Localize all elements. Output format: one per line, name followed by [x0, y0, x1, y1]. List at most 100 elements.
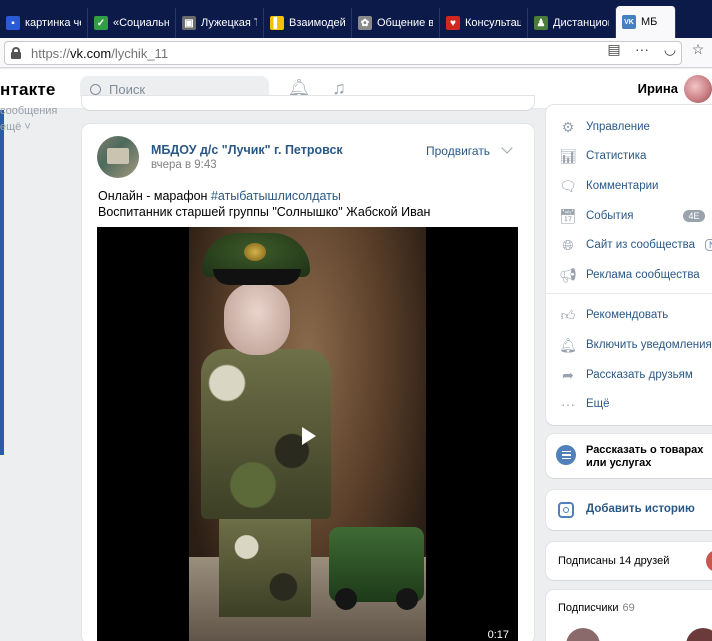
- friends-card[interactable]: Подписаны 14 друзей: [546, 542, 712, 580]
- check-icon: ✓: [94, 16, 108, 30]
- promote-button[interactable]: Продвигать: [426, 144, 490, 158]
- megaphone-icon: 📢︎: [559, 266, 577, 283]
- lock-icon: [11, 47, 21, 59]
- menu-item-badge: New: [705, 239, 712, 251]
- browser-tab-label: «Социальные: [113, 17, 169, 29]
- music-icon[interactable]: ♫: [329, 78, 349, 98]
- menu-item-label: Управление: [586, 121, 650, 133]
- video-duration: 0:17: [487, 629, 509, 641]
- add-story-label[interactable]: Добавить историю: [586, 503, 695, 515]
- browser-tab[interactable]: ♟ Дистанционн: [528, 8, 616, 38]
- friend-avatar[interactable]: [706, 550, 712, 572]
- address-bar[interactable]: https://vk.com/lychik_11: [4, 41, 682, 65]
- left-menu-fragment[interactable]: сообщения ещё ˅: [0, 105, 57, 134]
- products-promo-text[interactable]: Рассказать о товарах или услугах: [586, 444, 712, 470]
- bell-icon: 🔔︎: [559, 336, 577, 353]
- browser-tab-label: Лужецкая Т.А: [201, 17, 257, 29]
- list-icon: [556, 445, 576, 465]
- bookmark-star-icon[interactable]: ☆: [690, 40, 706, 58]
- more-icon: ···: [561, 396, 575, 412]
- browser-toolbar: https://vk.com/lychik_11 ▤ ··· ◡ ☆: [0, 38, 712, 68]
- menu-item-label: События: [586, 210, 634, 222]
- pocket-icon[interactable]: ◡: [662, 40, 678, 58]
- comment-icon: 🗨︎: [559, 177, 577, 194]
- wall-post: МБДОУ д/с "Лучик" г. Петровск вчера в 9:…: [82, 124, 534, 641]
- menu-divider: [546, 293, 712, 294]
- browser-tab-label: Взаимодейств: [289, 17, 345, 29]
- add-story-card[interactable]: Добавить историю: [546, 490, 712, 530]
- avatar[interactable]: [684, 75, 712, 103]
- browser-tab[interactable]: ▪ картинка четв: [0, 8, 88, 38]
- calendar-icon: 📅︎: [559, 207, 577, 224]
- yellow-bar-icon: ▌: [270, 16, 284, 30]
- left-menu-item[interactable]: сообщения: [0, 104, 57, 118]
- menu-item[interactable]: 📢︎ Реклама сообщества: [559, 266, 700, 283]
- previous-post-card: [82, 96, 534, 110]
- share-icon: ➦: [562, 366, 574, 383]
- subscribers-card: Подписчики 69: [546, 590, 712, 641]
- subscriber-avatar[interactable]: [566, 628, 600, 641]
- vk-logo[interactable]: нтакте: [0, 80, 56, 100]
- browser-tab-strip: ▪ картинка четв ✓ «Социальные ▣ Лужецкая Т.А ▌…: [0, 0, 712, 38]
- products-promo-card[interactable]: Рассказать о товарах или услугах: [546, 434, 712, 478]
- menu-item[interactable]: 📊︎ Статистика: [559, 147, 647, 164]
- menu-item[interactable]: 🌐︎ Сайт из сообщества New: [560, 237, 712, 253]
- post-time[interactable]: вчера в 9:43: [151, 159, 217, 171]
- menu-item-label: Рассказать друзьям: [586, 369, 693, 381]
- heart-icon: ♥: [446, 16, 460, 30]
- play-icon[interactable]: [302, 427, 316, 445]
- browser-tab[interactable]: ✿ Общение в со: [352, 8, 440, 38]
- menu-item-label: Рекомендовать: [586, 309, 669, 321]
- post-author[interactable]: МБДОУ д/с "Лучик" г. Петровск: [151, 143, 343, 157]
- menu-item-label: Включить уведомления: [586, 339, 712, 351]
- menu-item[interactable]: ⚙ Управление: [560, 119, 650, 135]
- subscriber-avatar[interactable]: [686, 628, 712, 641]
- friends-label[interactable]: Подписаны 14 друзей: [558, 555, 669, 567]
- thumbs-up-icon: 👍︎: [560, 306, 576, 323]
- browser-tab-label: Дистанционн: [553, 17, 609, 29]
- subscribers-title[interactable]: Подписчики 69: [558, 602, 635, 614]
- user-name[interactable]: Ирина: [638, 81, 678, 96]
- url-text: https://vk.com/lychik_11: [31, 45, 169, 61]
- menu-item[interactable]: 🔔︎ Включить уведомления: [559, 336, 712, 353]
- hashtag-link[interactable]: #атыбатышлисолдаты: [211, 189, 341, 203]
- post-text: Онлайн - марафон #атыбатышлисолдаты Восп…: [98, 189, 431, 219]
- community-avatar[interactable]: [97, 136, 139, 178]
- menu-item[interactable]: 👍︎ Рекомендовать: [560, 306, 669, 323]
- menu-item-label: Реклама сообщества: [586, 269, 700, 281]
- reader-view-icon[interactable]: ▤: [606, 40, 622, 58]
- chevron-down-icon[interactable]: [501, 142, 513, 154]
- left-edge-strip: [0, 110, 4, 455]
- person-icon: ♟: [534, 16, 548, 30]
- menu-item-label: Комментарии: [586, 180, 659, 192]
- menu-item-label: Ещё: [586, 398, 610, 410]
- browser-tab[interactable]: VK МБ: [616, 6, 676, 38]
- left-more-link[interactable]: ещё ˅: [0, 120, 57, 134]
- video-player[interactable]: 0:17: [97, 227, 518, 641]
- vk-icon: VK: [622, 15, 636, 29]
- menu-item[interactable]: 📅︎ События 4E: [559, 207, 705, 224]
- search-placeholder: Поиск: [109, 81, 146, 97]
- browser-tab[interactable]: ▌ Взаимодейств: [264, 8, 352, 38]
- browser-tab[interactable]: ▣ Лужецкая Т.А: [176, 8, 264, 38]
- bar-chart-icon: 📊︎: [559, 147, 577, 164]
- browser-tab[interactable]: ✓ «Социальные: [88, 8, 176, 38]
- leaf-icon: ✿: [358, 16, 372, 30]
- menu-item-badge: 4E: [683, 210, 705, 222]
- globe-icon: 🌐︎: [562, 236, 574, 253]
- browser-tab[interactable]: ♥ Консультация: [440, 8, 528, 38]
- browser-tab-label: Общение в со: [377, 17, 433, 29]
- search-icon: [90, 83, 101, 95]
- camera-icon: [558, 502, 574, 518]
- browser-tab-label: картинка четв: [25, 17, 81, 29]
- menu-item-label: Сайт из сообщества: [586, 239, 695, 251]
- bell-icon[interactable]: 🔔︎: [288, 78, 311, 98]
- image-icon: ▣: [182, 16, 196, 30]
- menu-item-label: Статистика: [586, 150, 647, 162]
- menu-item[interactable]: ··· Ещё: [560, 396, 610, 412]
- search-icon: ▪: [6, 16, 20, 30]
- menu-item[interactable]: ➦ Рассказать друзьям: [560, 367, 693, 383]
- menu-item[interactable]: 🗨︎ Комментарии: [559, 177, 659, 194]
- browser-tab-label: Консультация: [465, 17, 521, 29]
- more-actions-icon[interactable]: ···: [634, 40, 650, 58]
